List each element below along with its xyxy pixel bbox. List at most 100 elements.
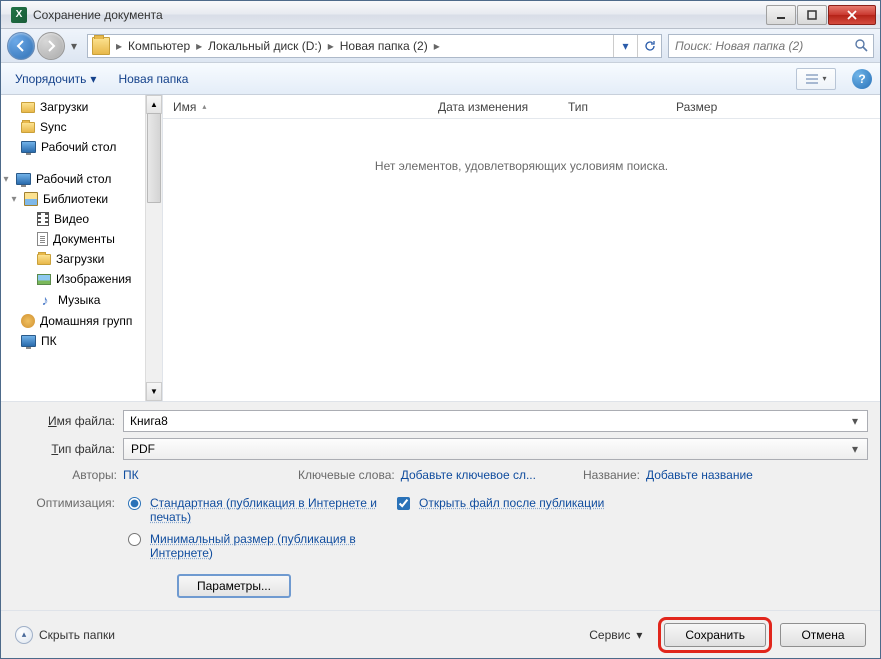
chevron-down-icon: ▾ [90, 72, 96, 86]
authors-value[interactable]: ПК [123, 468, 139, 482]
tree-item[interactable]: ♪Музыка [3, 289, 162, 311]
new-folder-button[interactable]: Новая папка [112, 68, 194, 90]
folder-tree: Загрузки Sync Рабочий стол ▾Рабочий стол… [1, 95, 163, 401]
tree-item[interactable]: Документы [3, 229, 162, 249]
caret-icon[interactable]: ▾ [1, 174, 11, 185]
checkbox-input[interactable] [397, 497, 410, 510]
tree-item-libraries[interactable]: ▾Библиотеки [3, 189, 162, 209]
computer-icon [21, 335, 36, 347]
filename-label: Имя файла: [13, 414, 123, 428]
breadcrumb-part[interactable]: Локальный диск (D:) [204, 39, 326, 53]
folder-icon [37, 254, 51, 265]
column-date[interactable]: Дата изменения [428, 95, 558, 118]
refresh-icon[interactable] [637, 35, 661, 57]
meta-keywords: Ключевые слова: Добавьте ключевое сл... [298, 468, 583, 482]
tree-item[interactable]: Рабочий стол [3, 137, 162, 157]
folder-icon [21, 122, 35, 133]
metadata-row: Авторы: ПК Ключевые слова: Добавьте ключ… [13, 468, 868, 482]
opt-minimal-radio[interactable]: Минимальный размер (публикация в Интерне… [123, 532, 393, 560]
filetype-row: Тип файла: PDF ▾ [13, 438, 868, 460]
breadcrumb-part[interactable]: Компьютер [124, 39, 194, 53]
optimization-label: Оптимизация: [13, 496, 123, 560]
tree-item-desktop[interactable]: ▾Рабочий стол [3, 169, 162, 189]
minimize-button[interactable] [766, 5, 796, 25]
close-button[interactable] [828, 5, 876, 25]
tree-item[interactable]: Изображения [3, 269, 162, 289]
opt-standard-radio[interactable]: Стандартная (публикация в Интернете и пе… [123, 496, 393, 524]
chevron-right-icon[interactable]: ▸ [432, 39, 442, 53]
caret-icon[interactable]: ▾ [9, 194, 19, 205]
cancel-button[interactable]: Отмена [780, 623, 866, 647]
empty-message: Нет элементов, удовлетворяющих условиям … [163, 119, 880, 401]
footer: ▴ Скрыть папки Сервис▾ Сохранить Отмена [1, 610, 880, 658]
help-button[interactable]: ? [852, 69, 872, 89]
chevron-right-icon[interactable]: ▸ [326, 39, 336, 53]
parameters-button[interactable]: Параметры... [177, 574, 291, 598]
tree-item[interactable]: Sync [3, 117, 162, 137]
filename-field[interactable]: ▾ [123, 410, 868, 432]
sort-indicator-icon: ▴ [202, 102, 206, 111]
tree-item-homegroup[interactable]: Домашняя групп [3, 311, 162, 331]
homegroup-icon [21, 314, 35, 328]
pictures-icon [37, 274, 51, 285]
titlebar: X Сохранение документа [1, 1, 880, 29]
folder-icon [92, 37, 110, 55]
nav-bar: ▾ ▸ Компьютер ▸ Локальный диск (D:) ▸ Но… [1, 29, 880, 63]
breadcrumb-dropdown[interactable]: ▾ [613, 35, 637, 57]
tree-item-pc[interactable]: ПК [3, 331, 162, 351]
search-box[interactable] [668, 34, 874, 58]
window-controls [765, 5, 876, 25]
body: Загрузки Sync Рабочий стол ▾Рабочий стол… [1, 95, 880, 401]
search-input[interactable] [669, 39, 849, 53]
back-button[interactable] [7, 32, 35, 60]
forward-button[interactable] [37, 32, 65, 60]
chevron-up-icon: ▴ [15, 626, 33, 644]
maximize-button[interactable] [797, 5, 827, 25]
tree-item[interactable]: Видео [3, 209, 162, 229]
filename-input[interactable] [128, 413, 847, 429]
chevron-down-icon[interactable]: ▾ [847, 442, 863, 456]
search-icon[interactable] [849, 35, 873, 57]
filetype-value: PDF [128, 442, 847, 456]
desktop-icon [16, 173, 31, 185]
hide-folders-button[interactable]: ▴ Скрыть папки [15, 626, 115, 644]
breadcrumb-part[interactable]: Новая папка (2) [336, 39, 432, 53]
tree-item[interactable]: Загрузки [3, 249, 162, 269]
organize-button[interactable]: Упорядочить▾ [9, 68, 102, 90]
radio-input[interactable] [128, 533, 141, 546]
open-after-checkbox[interactable]: Открыть файл после публикации [393, 496, 604, 560]
history-dropdown[interactable]: ▾ [67, 36, 81, 56]
bottom-panel: Имя файла: ▾ Тип файла: PDF ▾ Авторы: ПК… [1, 401, 880, 610]
column-type[interactable]: Тип [558, 95, 666, 118]
video-icon [37, 212, 49, 226]
scrollbar-thumb[interactable] [147, 113, 161, 203]
desktop-icon [21, 141, 36, 153]
keywords-value[interactable]: Добавьте ключевое сл... [401, 468, 536, 482]
view-options-button[interactable]: ▾ [796, 68, 836, 90]
downloads-icon [21, 102, 35, 113]
chevron-right-icon[interactable]: ▸ [194, 39, 204, 53]
filetype-label: Тип файла: [13, 442, 123, 456]
filename-row: Имя файла: ▾ [13, 410, 868, 432]
toolbar: Упорядочить▾ Новая папка ▾ ? [1, 63, 880, 95]
chevron-down-icon[interactable]: ▾ [847, 414, 863, 428]
annotation-highlight: Сохранить [658, 617, 772, 653]
tree-scrollbar[interactable] [145, 95, 162, 401]
breadcrumb[interactable]: ▸ Компьютер ▸ Локальный диск (D:) ▸ Нова… [87, 34, 662, 58]
chevron-right-icon[interactable]: ▸ [114, 39, 124, 53]
title-value[interactable]: Добавьте название [646, 468, 753, 482]
radio-input[interactable] [128, 497, 141, 510]
app-icon: X [11, 7, 27, 23]
tree-item[interactable]: Загрузки [3, 97, 162, 117]
column-size[interactable]: Размер [666, 95, 756, 118]
save-button[interactable]: Сохранить [664, 623, 766, 647]
chevron-down-icon: ▾ [636, 628, 642, 642]
libraries-icon [24, 192, 38, 206]
optimization-radios: Стандартная (публикация в Интернете и пе… [123, 496, 393, 560]
chevron-down-icon: ▾ [822, 74, 826, 83]
filetype-field[interactable]: PDF ▾ [123, 438, 868, 460]
save-dialog-window: X Сохранение документа ▾ ▸ Компьютер ▸ Л… [0, 0, 881, 659]
tools-button[interactable]: Сервис▾ [581, 624, 650, 646]
column-name[interactable]: Имя▴ [163, 95, 428, 118]
meta-authors: Авторы: ПК [13, 468, 298, 482]
